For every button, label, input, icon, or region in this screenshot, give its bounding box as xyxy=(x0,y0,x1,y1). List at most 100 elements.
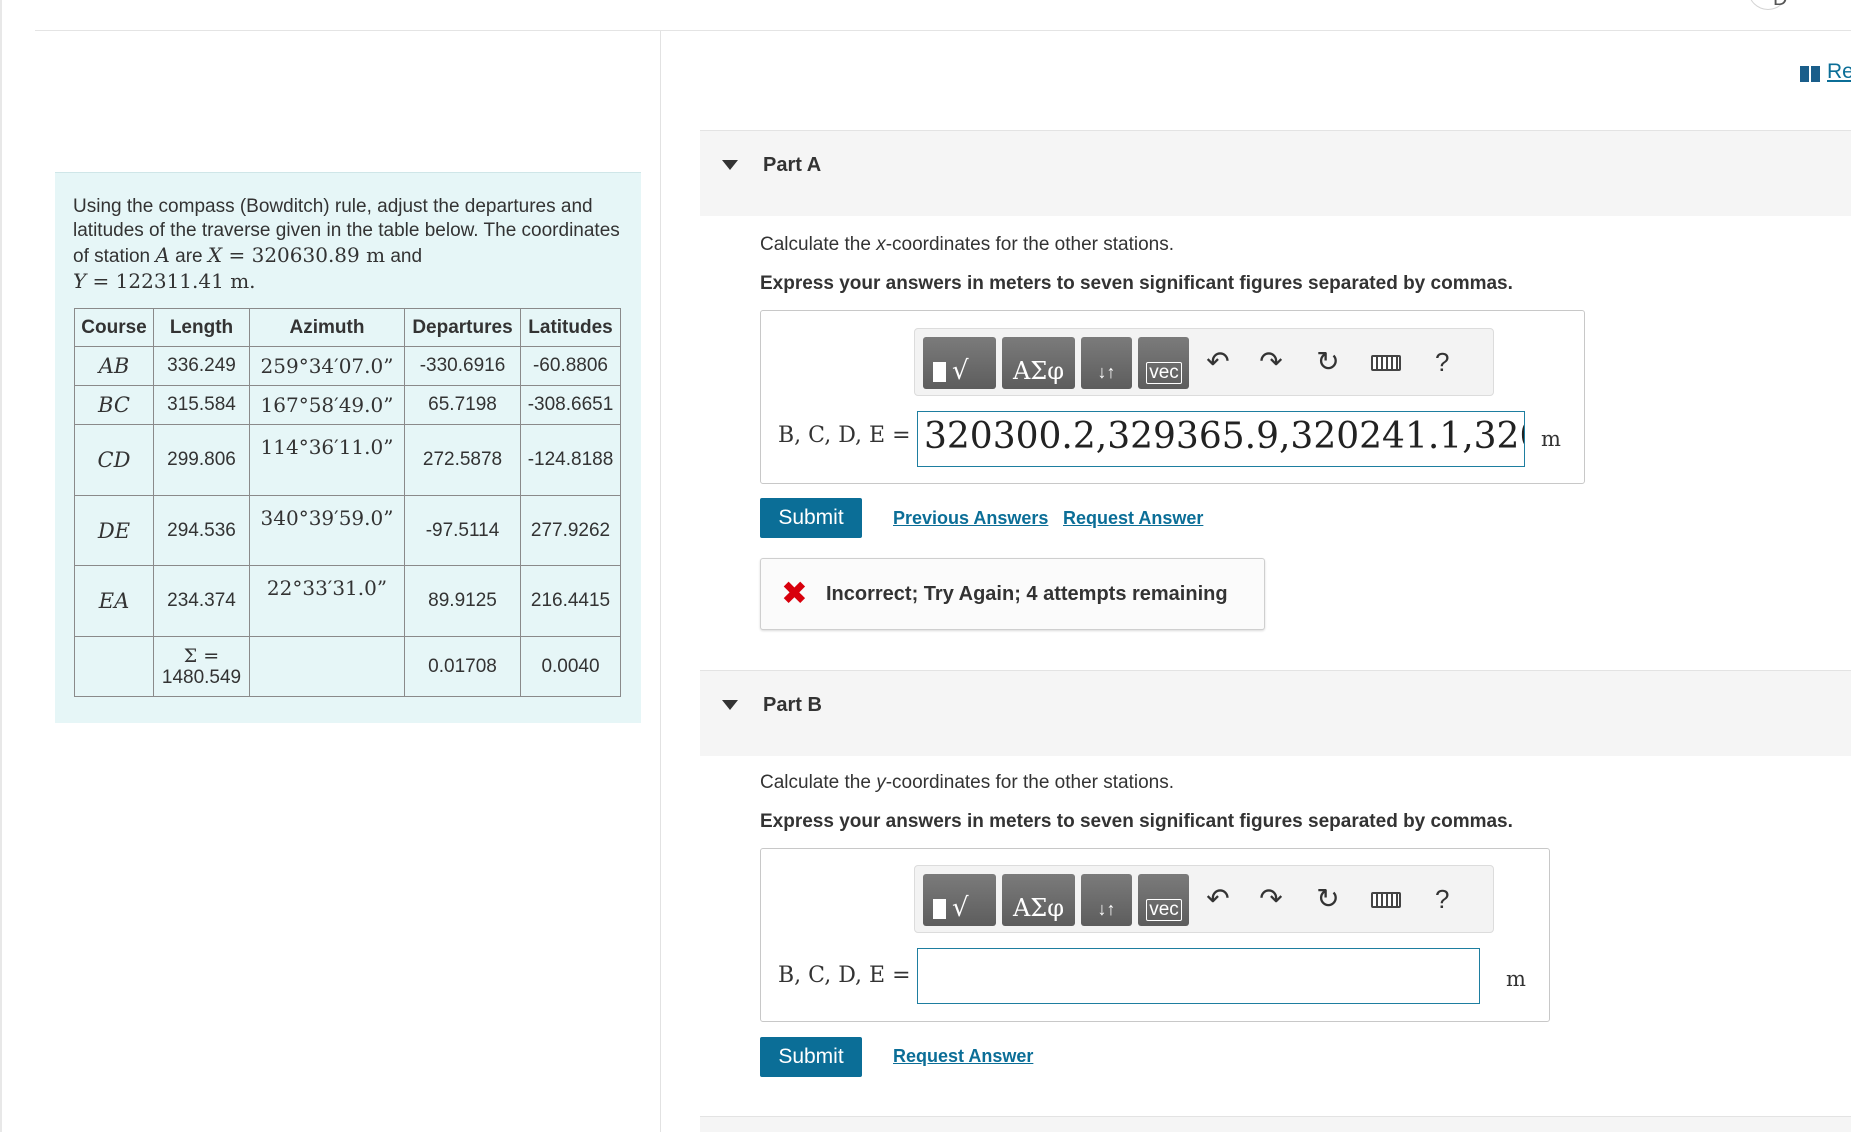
keyboard-icon[interactable] xyxy=(1371,355,1401,371)
part-a-instruction: Express your answers in meters to seven … xyxy=(760,273,1513,294)
part-a-prompt: Calculate the x-coordinates for the othe… xyxy=(760,234,1175,255)
redo-icon[interactable]: ↷ xyxy=(1254,345,1288,379)
part-a-request-answer-link[interactable]: Request Answer xyxy=(1063,508,1203,529)
y-value: = 122311.41 m xyxy=(86,269,250,293)
reset-icon[interactable]: ↻ xyxy=(1311,882,1345,916)
problem-panel: Using the compass (Bowditch) rule, adjus… xyxy=(55,172,641,723)
next-section-band xyxy=(700,1116,1851,1132)
cell-azimuth: 22°33′31.0” xyxy=(249,565,405,637)
vector-button[interactable]: vec xyxy=(1138,337,1189,389)
sum-label: Σ = xyxy=(183,644,220,667)
part-b-instruction: Express your answers in meters to seven … xyxy=(760,811,1513,832)
help-button[interactable]: ? xyxy=(1435,884,1449,915)
subscript-superscript-button[interactable]: ↓↑ xyxy=(1081,874,1132,926)
subscript-superscript-button[interactable]: ↓↑ xyxy=(1081,337,1132,389)
feedback-message: Incorrect; Try Again; 4 attempts remaini… xyxy=(826,583,1228,605)
table-row: EA 234.374 22°33′31.0” 89.9125 216.4415 xyxy=(74,565,621,637)
cell-length: 315.584 xyxy=(153,385,250,425)
help-button[interactable]: ? xyxy=(1435,347,1449,378)
arrows-label: ↓↑ xyxy=(1097,362,1116,382)
book-icon[interactable] xyxy=(1800,66,1820,82)
station-name: A xyxy=(155,243,170,267)
cell-latitudes: 277.9262 xyxy=(520,495,621,566)
header-azimuth: Azimuth xyxy=(249,308,405,347)
part-b-title: Part B xyxy=(763,694,822,716)
cell-sum-length: Σ = 1480.549 xyxy=(153,636,250,697)
cell-departures: -97.5114 xyxy=(404,495,521,566)
vec-label: vec xyxy=(1146,899,1182,921)
part-b-answer-box: √ ΑΣφ ↓↑ vec ↶ ↷ ↻ ? B, C, D, E = m xyxy=(760,848,1550,1022)
part-a-header[interactable]: Part A xyxy=(700,130,1851,216)
cell-length: 299.806 xyxy=(153,424,250,496)
traverse-table: Course Length Azimuth Departures Latitud… xyxy=(74,308,621,697)
collapse-triangle-icon[interactable] xyxy=(722,700,738,710)
greek-symbols-button[interactable]: ΑΣφ xyxy=(1002,337,1075,389)
cell-sum-departures: 0.01708 xyxy=(404,636,521,697)
cell-course: BC xyxy=(74,385,154,425)
header-latitudes: Latitudes xyxy=(520,308,621,347)
part-b-answer-input[interactable] xyxy=(917,948,1480,1004)
cell-sum-latitudes: 0.0040 xyxy=(520,636,621,697)
cell-latitudes: -124.8188 xyxy=(520,424,621,496)
collapse-triangle-icon[interactable] xyxy=(722,160,738,170)
part-a-answer-input[interactable]: 320300.2,329365.9,320241.1,320143.6 xyxy=(917,411,1525,467)
column-divider xyxy=(660,31,661,1132)
vec-label: vec xyxy=(1146,362,1182,384)
cell-azimuth: 340°39′59.0” xyxy=(249,495,405,566)
templates-label: √ xyxy=(952,893,969,923)
feedback-box: ✖ Incorrect; Try Again; 4 attempts remai… xyxy=(760,558,1265,630)
previous-answers-link[interactable]: Previous Answers xyxy=(893,508,1048,529)
cell-departures: 65.7198 xyxy=(404,385,521,425)
cell-length: 234.374 xyxy=(153,565,250,637)
prompt-variable: x xyxy=(876,234,886,255)
table-sum-row: Σ = 1480.549 0.01708 0.0040 xyxy=(74,636,621,697)
cell-empty xyxy=(249,636,405,697)
problem-intro: Using the compass (Bowditch) rule, adjus… xyxy=(73,196,620,293)
top-right-text: D xyxy=(1773,0,1787,11)
part-a-submit-button[interactable]: Submit xyxy=(760,498,862,538)
cell-length: 336.249 xyxy=(153,346,250,386)
math-toolbar: √ ΑΣφ ↓↑ vec ↶ ↷ ↻ ? xyxy=(914,865,1494,933)
undo-icon[interactable]: ↶ xyxy=(1201,882,1235,916)
math-toolbar: √ ΑΣφ ↓↑ vec ↶ ↷ ↻ ? xyxy=(914,328,1494,396)
templates-button[interactable]: √ xyxy=(923,337,996,389)
part-b-variable-label: B, C, D, E = xyxy=(778,963,911,988)
undo-icon[interactable]: ↶ xyxy=(1201,345,1235,379)
cell-course: DE xyxy=(74,495,154,566)
cell-azimuth: 259°34′07.0” xyxy=(249,346,405,386)
x-value: = 320630.89 m xyxy=(222,243,386,267)
table-row: BC 315.584 167°58′49.0” 65.7198 -308.665… xyxy=(74,385,621,425)
reset-icon[interactable]: ↻ xyxy=(1311,345,1345,379)
cell-latitudes: -60.8806 xyxy=(520,346,621,386)
y-var: Y xyxy=(73,269,87,293)
table-row: AB 336.249 259°34′07.0” -330.6916 -60.88… xyxy=(74,346,621,386)
cell-departures: 272.5878 xyxy=(404,424,521,496)
part-b-submit-button[interactable]: Submit xyxy=(760,1037,862,1077)
greek-label: ΑΣφ xyxy=(1012,357,1065,385)
page-left-edge xyxy=(0,0,2,1132)
header-course: Course xyxy=(74,308,154,347)
templates-label: √ xyxy=(952,356,969,386)
x-var: X xyxy=(207,243,223,267)
incorrect-icon: ✖ xyxy=(781,575,808,611)
header-length: Length xyxy=(153,308,250,347)
part-b-unit: m xyxy=(1506,967,1526,991)
part-b-request-answer-link[interactable]: Request Answer xyxy=(893,1046,1033,1067)
review-link[interactable]: Re xyxy=(1827,60,1851,84)
greek-symbols-button[interactable]: ΑΣφ xyxy=(1002,874,1075,926)
part-a-unit: m xyxy=(1541,427,1561,451)
cell-course: EA xyxy=(74,565,154,637)
part-a-variable-label: B, C, D, E = xyxy=(778,423,911,448)
templates-button[interactable]: √ xyxy=(923,874,996,926)
part-a-title: Part A xyxy=(763,154,822,176)
vector-button[interactable]: vec xyxy=(1138,874,1189,926)
redo-icon[interactable]: ↷ xyxy=(1254,882,1288,916)
cell-azimuth: 114°36′11.0” xyxy=(249,424,405,496)
part-b-header[interactable]: Part B xyxy=(700,670,1851,756)
sum-length-value: 1480.549 xyxy=(161,666,242,688)
cell-empty xyxy=(74,636,154,697)
keyboard-icon[interactable] xyxy=(1371,892,1401,908)
table-row: CD 299.806 114°36′11.0” 272.5878 -124.81… xyxy=(74,424,621,496)
cell-course: AB xyxy=(74,346,154,386)
cell-azimuth: 167°58′49.0” xyxy=(249,385,405,425)
